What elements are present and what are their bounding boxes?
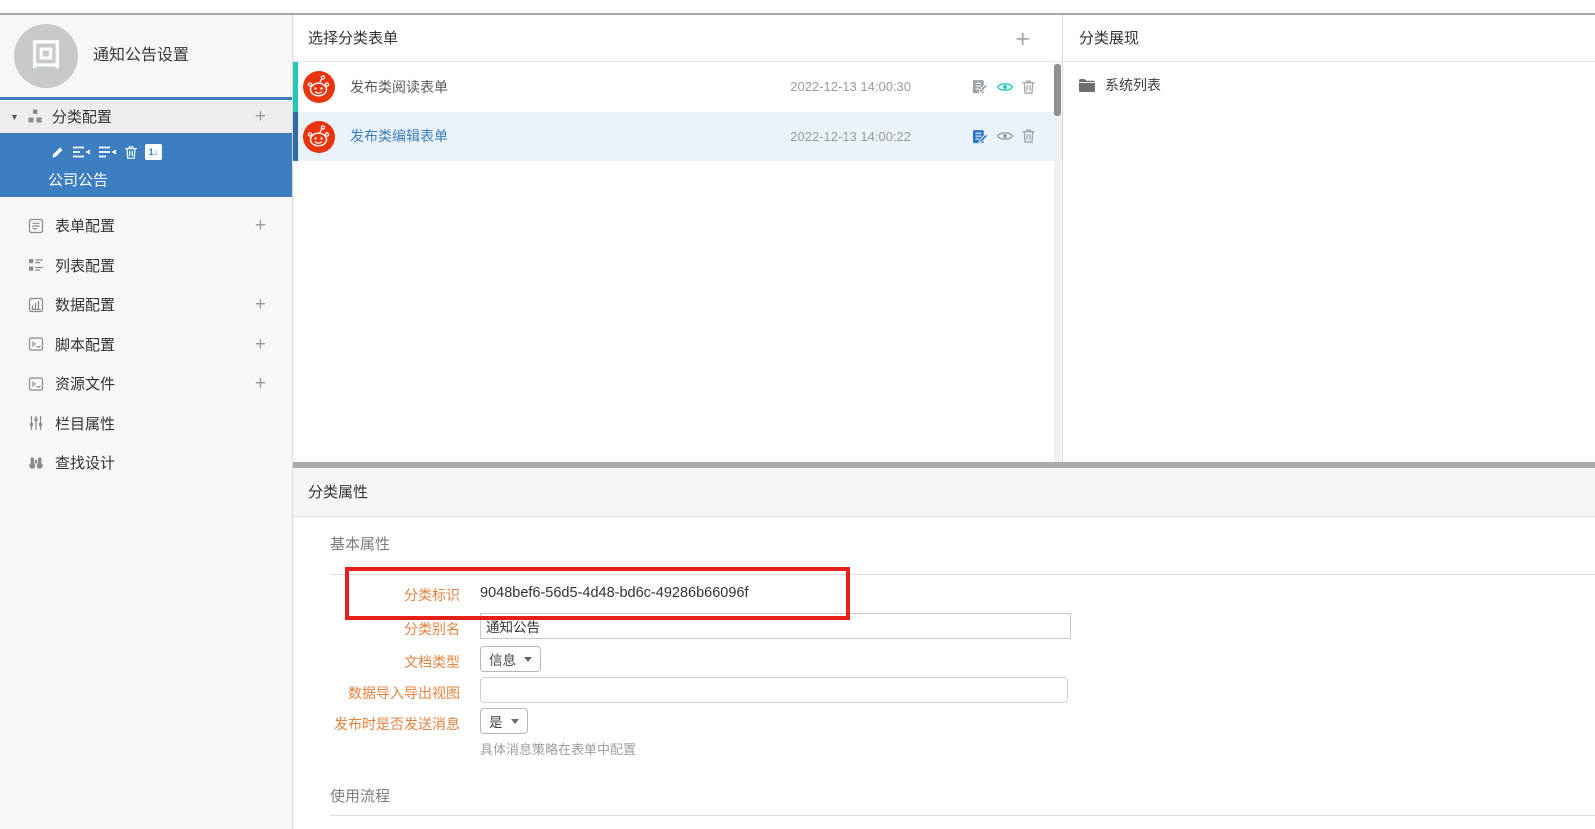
tree-item-system-list[interactable]: 系统列表 [1064,70,1595,100]
list-item[interactable]: 发布类阅读表单 2022-12-13 14:00:30 [293,62,1062,112]
add-category-button[interactable]: + [255,107,266,126]
section-divider [330,574,1595,575]
form-avatar-icon [303,120,335,153]
field-label: 发布时是否发送消息 [334,716,460,732]
sidebar-item-label: 公司公告 [48,172,109,189]
app-header: 回 通知公告设置 [0,15,292,97]
category-icon [28,109,42,123]
field-label: 数据导入导出视图 [348,685,460,701]
form-name[interactable]: 发布类阅读表单 [350,77,448,97]
selected-option: 是 [489,715,503,730]
field-label: 分类别名 [404,621,460,637]
sidebar-menu: 表单配置 + 列表配置 数据配置 + 脚本配置 + 资源文件 + 栏目属性 查找… [0,206,292,483]
list-icon [29,259,43,271]
logo-glyph: 回 [31,39,61,72]
item-toolbar: 1↓ [50,144,162,160]
binoculars-icon [29,457,43,469]
import-export-view-input[interactable] [480,677,1068,703]
display-panel: 分类展现 系统列表 [1064,15,1595,462]
add-script-button[interactable]: + [255,335,266,354]
menu-label: 脚本配置 [55,336,116,354]
preview-eye-icon[interactable] [996,127,1014,145]
terminal-icon [28,337,44,351]
insert-below-icon[interactable] [98,145,117,160]
form-name[interactable]: 发布类编辑表单 [350,126,448,146]
panel-title: 分类展现 [1079,30,1140,47]
selected-option: 信息 [489,653,516,668]
edit-form-icon[interactable] [972,128,989,145]
chevron-down-icon [524,656,532,662]
insert-above-icon[interactable] [72,145,91,160]
caret-down-icon[interactable]: ▼ [10,112,19,122]
display-panel-header: 分类展现 [1064,15,1595,62]
form-icon [28,218,44,233]
delete-trash-icon[interactable] [1021,128,1036,144]
row-actions [972,78,1036,96]
menu-label: 栏目属性 [55,415,116,433]
delete-trash-icon[interactable] [1021,79,1036,95]
sidebar-group-category-config[interactable]: ▼ 分类配置 + [0,100,292,133]
section-title-basic: 基本属性 [330,536,391,553]
scrollbar-thumb[interactable] [1054,64,1061,116]
chevron-down-icon [510,718,519,724]
field-label: 分类标识 [404,587,460,603]
panel-title: 分类属性 [308,484,369,501]
form-timestamp: 2022-12-13 14:00:30 [790,79,911,95]
menu-label: 资源文件 [55,376,116,394]
list-item[interactable]: 发布类编辑表单 2022-12-13 14:00:22 [293,111,1062,161]
section-divider [330,815,1595,816]
field-label: 文档类型 [404,654,460,670]
section-title-flow: 使用流程 [330,788,391,805]
app-title: 通知公告设置 [93,47,190,64]
sidebar-group-label: 分类配置 [51,109,112,126]
add-resource-button[interactable]: + [255,374,266,393]
category-alias-input[interactable] [480,613,1071,639]
send-message-select[interactable]: 是 [480,708,528,734]
menu-label: 数据配置 [55,297,116,315]
form-list-panel: 选择分类表单 + 发布类阅读表单 2022-12-13 14:00:30 发布类… [293,15,1063,462]
row-status-bar [293,111,298,161]
panel-title: 选择分类表单 [308,30,399,47]
folder-icon [1079,79,1095,92]
form-timestamp: 2022-12-13 14:00:22 [790,128,911,144]
sidebar-item-script-config[interactable]: 脚本配置 + [0,325,292,365]
menu-label: 查找设计 [55,455,116,473]
chart-icon [28,297,44,312]
edit-form-icon[interactable] [972,78,989,95]
form-avatar-icon [303,71,335,103]
preview-eye-icon[interactable] [996,78,1014,96]
row-actions [972,127,1036,145]
edit-pencil-icon[interactable] [50,145,65,160]
sidebar-item-search-design[interactable]: 查找设计 [0,443,292,483]
sidebar-item-company-announcement[interactable]: 1↓ 公司公告 [0,133,292,197]
add-data-button[interactable]: + [255,295,266,314]
sidebar-item-resource-files[interactable]: 资源文件 + [0,364,292,404]
row-status-bar [293,62,298,112]
vertical-scrollbar[interactable] [1054,63,1061,462]
tree-item-label: 系统列表 [1105,77,1161,93]
category-id-value: 9048bef6-56d5-4d48-bd6c-49286b66096f [480,585,749,601]
properties-panel-header: 分类属性 [293,468,1595,517]
sidebar-item-list-config[interactable]: 列表配置 [0,246,292,286]
sort-order-badge[interactable]: 1↓ [145,144,162,160]
sidebar-item-column-properties[interactable]: 栏目属性 [0,404,292,444]
sidebar-item-data-config[interactable]: 数据配置 + [0,285,292,325]
menu-label: 列表配置 [55,257,116,275]
field-hint: 具体消息策略在表单中配置 [480,742,637,757]
delete-trash-icon[interactable] [124,145,138,160]
add-form-button[interactable]: + [255,216,266,235]
sidebar: 回 通知公告设置 ▼ 分类配置 + 1↓ 公司公告 表单配置 + 列表配置 数据… [0,15,293,829]
sliders-icon [30,416,42,431]
add-form-plus-button[interactable]: + [1015,25,1030,54]
terminal-icon [28,377,44,391]
app-logo: 回 [14,24,78,88]
doc-type-select[interactable]: 信息 [480,646,541,672]
properties-form: 基本属性 分类标识 9048bef6-56d5-4d48-bd6c-49286b… [293,517,1595,828]
app-window: 回 通知公告设置 ▼ 分类配置 + 1↓ 公司公告 表单配置 + 列表配置 数据… [0,0,1595,829]
form-list-header: 选择分类表单 + [293,15,1062,62]
properties-panel: 分类属性 基本属性 分类标识 9048bef6-56d5-4d48-bd6c-4… [293,468,1595,829]
sidebar-item-form-config[interactable]: 表单配置 + [0,206,292,246]
menu-label: 表单配置 [55,218,116,236]
